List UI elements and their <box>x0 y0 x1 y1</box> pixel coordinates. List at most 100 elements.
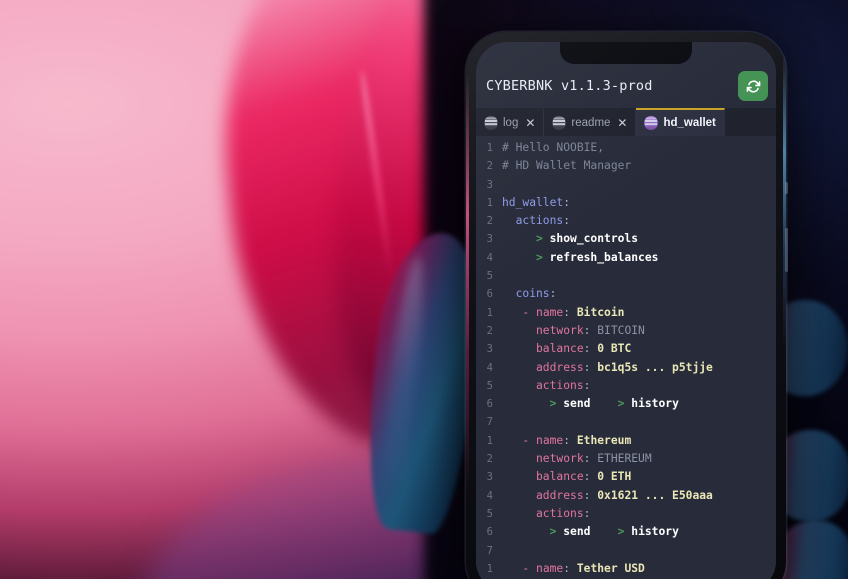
code-token: > <box>502 397 564 411</box>
code-token: : <box>549 287 557 301</box>
code-token: > <box>502 525 564 539</box>
screenshot-scene: CYBERBNK v1.1.3-prod log ✕ readme ✕ hd_w… <box>0 0 848 579</box>
code-token: : <box>583 452 598 466</box>
action-link[interactable]: history <box>631 397 679 410</box>
code-content: - name: Ethereum <box>502 432 631 450</box>
code-token: : <box>563 214 571 228</box>
action-link[interactable]: history <box>631 525 679 538</box>
code-line: 6 > send > history <box>476 523 776 541</box>
action-link[interactable]: send <box>563 397 590 410</box>
code-token: # Hello NOOBIE, <box>502 141 605 154</box>
bezel-highlight-right <box>783 52 786 352</box>
code-token: name <box>536 305 564 319</box>
code-token: network <box>502 323 584 337</box>
app-title: CYBERBNK v1.1.3-prod <box>486 78 653 94</box>
line-number: 6 <box>486 288 493 301</box>
line-number: 3 <box>486 233 493 246</box>
code-editor[interactable]: 1 # Hello NOOBIE, 2 # HD Wallet Manager 3 1 hd… <box>476 136 776 579</box>
code-token: actions <box>502 214 564 228</box>
cyberbnk-app: CYBERBNK v1.1.3-prod log ✕ readme ✕ hd_w… <box>476 64 776 579</box>
line-number: 4 <box>486 489 493 502</box>
close-icon[interactable]: ✕ <box>617 117 627 129</box>
code-line: 6 > send > history <box>476 395 776 413</box>
close-icon[interactable]: ✕ <box>525 117 535 129</box>
line-number: 2 <box>486 324 493 337</box>
code-token: BITCOIN <box>597 323 645 337</box>
tab-hd_wallet[interactable]: hd_wallet <box>636 108 725 136</box>
code-content: actions: <box>502 505 590 523</box>
action-link[interactable]: show_controls <box>550 232 638 245</box>
code-line: 1 - name: Ethereum <box>476 432 776 450</box>
code-token: - <box>502 433 537 447</box>
volume-button[interactable] <box>785 228 788 272</box>
code-token: network <box>502 452 584 466</box>
code-line: 5 actions: <box>476 505 776 523</box>
code-token: name <box>536 433 564 447</box>
code-token: > <box>617 525 632 539</box>
code-line: 1 # Hello NOOBIE, <box>476 139 776 157</box>
line-number: 1 <box>486 306 493 319</box>
line-number: 5 <box>486 379 493 392</box>
app-titlebar: CYBERBNK v1.1.3-prod <box>476 64 776 108</box>
code-content: actions: <box>502 212 570 230</box>
line-number: 3 <box>486 471 493 484</box>
code-token: hd_wallet <box>502 195 564 209</box>
code-line: 2 # HD Wallet Manager <box>476 157 776 175</box>
code-token: : <box>583 470 598 484</box>
code-content: # Hello NOOBIE, <box>502 139 604 157</box>
code-token: - <box>502 561 537 575</box>
code-content: balance: 0 ETH <box>502 468 631 486</box>
code-content: hd_wallet: <box>502 194 570 212</box>
code-token: : <box>583 378 591 392</box>
code-token: address <box>502 488 584 502</box>
code-token: : <box>563 433 577 447</box>
line-number: 3 <box>486 178 493 191</box>
line-number: 7 <box>486 416 493 429</box>
code-line: 5 actions: <box>476 377 776 395</box>
code-token: > <box>502 250 550 264</box>
tab-label: log <box>503 117 519 129</box>
code-line: 4 address: 0x1621 ... E50aaa <box>476 487 776 505</box>
code-token: coins <box>502 287 550 301</box>
code-token: : <box>563 561 577 575</box>
line-number: 5 <box>486 507 493 520</box>
line-number: 7 <box>486 544 493 557</box>
tab-readme[interactable]: readme ✕ <box>544 108 637 136</box>
tab-log[interactable]: log ✕ <box>476 108 545 136</box>
line-number: 2 <box>486 453 493 466</box>
code-content: actions: <box>502 377 590 395</box>
code-line: 3 balance: 0 BTC <box>476 340 776 358</box>
code-line: 4 > refresh_balances <box>476 249 776 267</box>
code-token: # HD Wallet Manager <box>502 159 632 173</box>
tab-label: readme <box>571 117 611 129</box>
power-button[interactable] <box>785 182 788 194</box>
code-content: - name: Bitcoin <box>502 304 624 322</box>
tab-bar: log ✕ readme ✕ hd_wallet <box>476 108 776 136</box>
code-token: actions <box>502 378 584 392</box>
tab-label: hd_wallet <box>663 117 716 129</box>
code-token: 0 ETH <box>597 470 632 484</box>
code-token: > <box>617 397 632 411</box>
code-line: 1 - name: Bitcoin <box>476 304 776 322</box>
code-token: name <box>536 561 564 575</box>
code-token: : <box>583 506 591 520</box>
line-number: 1 <box>486 196 493 209</box>
action-link[interactable]: refresh_balances <box>550 251 659 264</box>
code-token: - <box>502 305 537 319</box>
code-line: 2 network: ETHEREUM <box>476 450 776 468</box>
refresh-button[interactable] <box>738 71 768 101</box>
phone-screen: CYBERBNK v1.1.3-prod log ✕ readme ✕ hd_w… <box>476 42 776 579</box>
line-number: 2 <box>486 215 493 228</box>
code-token: : <box>583 342 598 356</box>
code-token: balance <box>502 342 584 356</box>
code-content: # HD Wallet Manager <box>502 157 631 175</box>
cyberbnk-logo-icon <box>552 116 567 130</box>
phone-device: CYBERBNK v1.1.3-prod log ✕ readme ✕ hd_w… <box>466 32 788 579</box>
bezel-highlight-left <box>466 74 469 494</box>
refresh-sync-icon <box>745 78 762 95</box>
code-line: 5 <box>476 267 776 285</box>
code-token: : <box>563 195 571 209</box>
code-token: Ethereum <box>576 433 632 447</box>
action-link[interactable]: send <box>563 525 590 538</box>
